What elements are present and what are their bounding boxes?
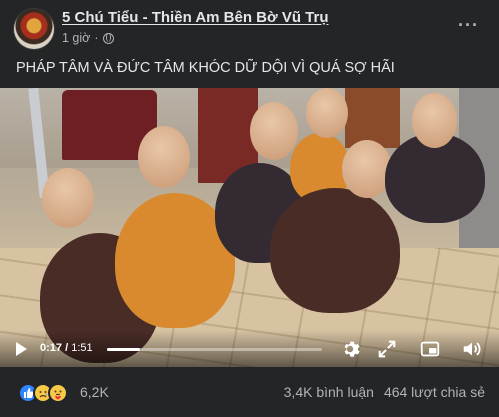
video-frame-child-head [250, 102, 298, 160]
post-card: 5 Chú Tiểu - Thiền Am Bên Bờ Vũ Trụ 1 gi… [0, 0, 499, 417]
video-frame-chair [345, 88, 400, 148]
meta-separator: · [94, 31, 99, 45]
progress-fill [107, 348, 140, 351]
picture-in-picture-icon[interactable] [419, 338, 441, 360]
globe-icon [102, 32, 114, 44]
video-controls: 0:17 / 1:51 [0, 330, 499, 367]
progress-bar[interactable] [107, 348, 322, 351]
volume-icon[interactable] [461, 338, 483, 360]
current-time: 0:17 [40, 342, 63, 354]
post-meta: 1 giờ · [62, 31, 114, 45]
play-icon[interactable] [16, 342, 27, 356]
post-time[interactable]: 1 giờ [62, 31, 90, 45]
post-caption: PHÁP TÂM VÀ ĐỨC TÂM KHÓC DỮ DỘI VÌ QUÁ S… [16, 60, 395, 76]
video-frame-child [270, 188, 400, 313]
video-frame-child-head [412, 93, 457, 148]
care-reaction-icon [48, 383, 68, 403]
fullscreen-icon[interactable] [376, 338, 398, 360]
time-separator: / [62, 342, 72, 354]
video-frame-child-head [342, 140, 392, 198]
video-frame-child-head [306, 88, 348, 138]
video-frame-child-head [138, 126, 190, 188]
shares-count[interactable]: 464 lượt chia sẻ [384, 384, 485, 400]
author-name[interactable]: 5 Chú Tiểu - Thiền Am Bên Bờ Vũ Trụ [62, 9, 329, 26]
reactions-icons[interactable] [18, 383, 68, 403]
page-avatar[interactable] [14, 9, 54, 49]
duration: 1:51 [71, 342, 93, 354]
video-frame-child-head [42, 168, 94, 228]
gear-icon[interactable] [339, 338, 361, 360]
comments-count[interactable]: 3,4K bình luận [284, 384, 374, 400]
video-time: 0:17 / 1:51 [40, 342, 93, 354]
post-header: 5 Chú Tiểu - Thiền Am Bên Bờ Vũ Trụ 1 gi… [14, 9, 485, 51]
video-player[interactable] [0, 88, 499, 367]
more-options-button[interactable]: ··· [458, 15, 479, 36]
reactions-count[interactable]: 6,2K [80, 384, 109, 400]
post-stats: 3,4K bình luận 464 lượt chia sẻ [274, 384, 485, 400]
post-footer: 6,2K 3,4K bình luận 464 lượt chia sẻ [0, 367, 499, 417]
